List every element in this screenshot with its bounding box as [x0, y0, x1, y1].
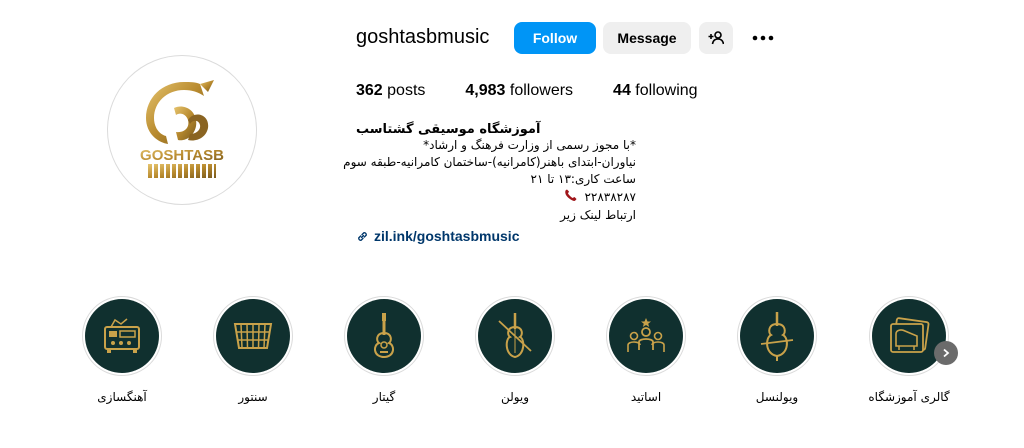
- following-stat[interactable]: 44 following: [613, 82, 698, 100]
- profile-stats: 362 posts 4,983 followers 44 following: [356, 82, 738, 100]
- bio-name: آموزشگاه موسیقی گشتاسب: [356, 122, 541, 137]
- highlight-label: گیتار: [372, 390, 396, 404]
- bio-link[interactable]: zil.ink/goshtasbmusic: [356, 228, 519, 244]
- cello-icon: [760, 312, 794, 361]
- phone-number: ۲۲۸۳۸۲۸۷: [584, 190, 636, 204]
- mixer-icon: [104, 318, 140, 353]
- teachers-icon: [627, 318, 665, 352]
- more-options-button[interactable]: [750, 26, 776, 50]
- followers-count: 4,983: [465, 82, 506, 99]
- message-button[interactable]: Message: [603, 22, 691, 54]
- highlight-santur[interactable]: [213, 296, 293, 376]
- bio-line: ارتباط لینک زیر: [560, 208, 636, 222]
- bio-line: ساعت کاری:۱۳ تا ۲۱: [530, 172, 636, 186]
- highlights-next-button[interactable]: [934, 341, 958, 365]
- logo-text: GOSHTASB: [140, 147, 224, 164]
- followers-stat[interactable]: 4,983 followers: [465, 82, 573, 100]
- profile-username: goshtasbmusic: [356, 26, 490, 48]
- santur-icon: [233, 323, 273, 349]
- following-count: 44: [613, 82, 631, 99]
- posts-stat: 362 posts: [356, 82, 425, 100]
- posts-count: 362: [356, 82, 383, 99]
- bio-line: نیاوران-ابتدای باهنر(کامرانیه)-ساختمان ک…: [343, 155, 636, 169]
- highlight-label: آهنگسازی: [97, 390, 147, 404]
- highlight-guitar[interactable]: [344, 296, 424, 376]
- add-person-icon: [708, 31, 724, 45]
- highlight-violin[interactable]: [475, 296, 555, 376]
- following-label: following: [635, 82, 698, 99]
- followers-label: followers: [509, 82, 574, 99]
- violin-icon: [498, 313, 532, 359]
- highlight-cello[interactable]: [737, 296, 817, 376]
- guitar-icon: [374, 313, 394, 359]
- highlight-teachers[interactable]: [606, 296, 686, 376]
- highlight-label: ویولنسل: [755, 390, 799, 404]
- highlight-composition[interactable]: [82, 296, 162, 376]
- follow-button[interactable]: Follow: [514, 22, 596, 54]
- suggested-accounts-button[interactable]: [699, 22, 733, 54]
- bio-line: *با مجوز رسمی از وزارت فرهنگ و ارشاد*: [423, 138, 636, 152]
- bio-phone-line: ۲۲۸۳۸۲۸۷: [356, 188, 636, 207]
- posts-label: posts: [387, 82, 426, 99]
- highlight-label: اساتید: [630, 390, 662, 404]
- piano-gallery-icon: [890, 317, 930, 353]
- highlight-gallery[interactable]: [869, 296, 949, 376]
- goshtasb-logo-icon: GOSHTASB: [140, 80, 224, 178]
- profile-bio: آموزشگاه موسیقی گشتاسب *با مجوز رسمی از …: [343, 122, 636, 224]
- phone-icon: [564, 188, 578, 207]
- more-dots-icon: [752, 35, 774, 41]
- link-icon: [358, 231, 367, 241]
- highlight-label: گالری آموزشگاه: [868, 390, 950, 404]
- highlight-label: سنتور: [238, 390, 268, 404]
- highlight-label: ویولن: [500, 390, 530, 404]
- profile-avatar[interactable]: GOSHTASB: [107, 55, 257, 205]
- chevron-right-icon: [943, 348, 950, 358]
- bio-link-text: zil.ink/goshtasbmusic: [374, 228, 520, 244]
